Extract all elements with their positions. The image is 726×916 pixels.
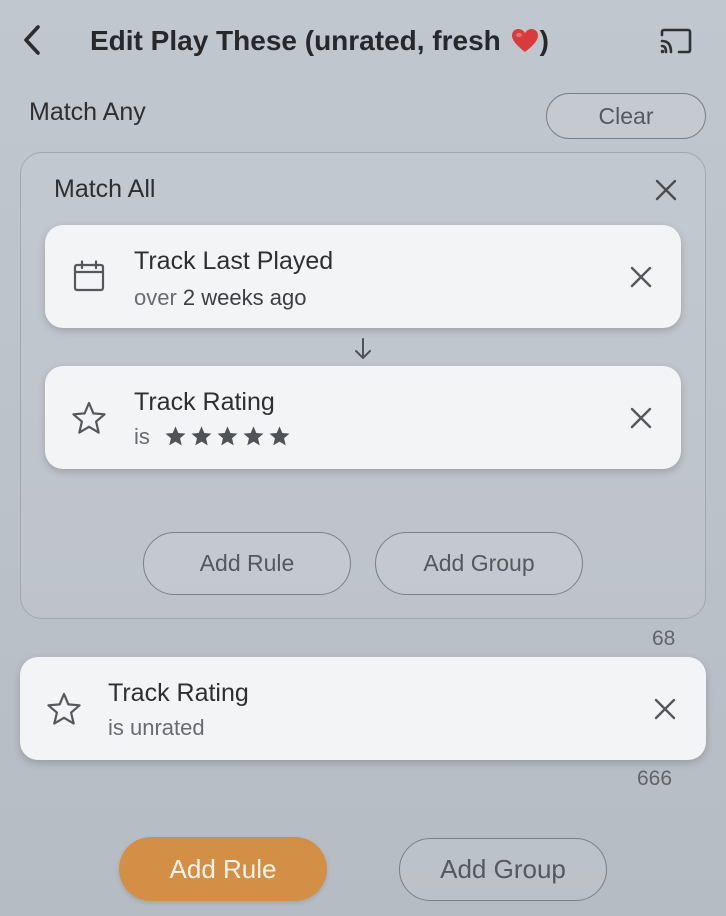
heart-icon: [511, 28, 538, 52]
close-icon: [630, 266, 652, 288]
group-match-label[interactable]: Match All: [54, 175, 155, 204]
close-icon: [630, 407, 652, 429]
star-filled-icon: [165, 426, 186, 446]
page-title-suffix: ): [539, 25, 549, 56]
group-add-rule-button[interactable]: Add Rule: [143, 532, 351, 595]
calendar-icon: [71, 259, 107, 293]
cast-icon: [660, 28, 692, 54]
star-filled-icon: [243, 426, 264, 446]
star-rating: [164, 425, 291, 447]
remove-rule-button[interactable]: [623, 400, 659, 436]
cast-button[interactable]: [656, 24, 696, 58]
group-match-count: 68: [652, 627, 676, 650]
group-add-group-button[interactable]: Add Group: [375, 532, 583, 595]
rule-operator: over: [134, 285, 177, 310]
rule-value: 2 weeks ago: [182, 285, 307, 310]
chevron-left-icon: [24, 25, 40, 55]
remove-group-button[interactable]: [649, 173, 683, 207]
root-match-label[interactable]: Match Any: [29, 98, 146, 127]
star-outline-icon: [44, 691, 84, 727]
rule-condition: is: [134, 424, 291, 450]
star-outline-icon: [69, 400, 109, 436]
clear-button[interactable]: Clear: [546, 93, 706, 139]
rule-card-last-played[interactable]: Track Last Played over 2 weeks ago: [45, 225, 681, 328]
arrow-down-icon: [351, 336, 375, 362]
remove-rule-button[interactable]: [623, 259, 659, 295]
rule-field-name: Track Last Played: [134, 247, 334, 275]
rule-field-name: Track Rating: [108, 679, 249, 707]
add-rule-button[interactable]: Add Rule: [119, 837, 327, 901]
page-title-prefix: Edit Play These (unrated, fresh: [90, 25, 509, 56]
header: Edit Play These (unrated, fresh ): [0, 0, 726, 82]
page-title: Edit Play These (unrated, fresh ): [90, 22, 549, 60]
add-group-button[interactable]: Add Group: [399, 838, 607, 901]
rule-card-rating-stars[interactable]: Track Rating is: [45, 366, 681, 469]
star-filled-icon: [217, 426, 238, 446]
rule-condition: is unrated: [108, 715, 205, 740]
close-icon: [655, 179, 677, 201]
rule-operator: is: [134, 424, 150, 449]
rule-field-name: Track Rating: [134, 388, 275, 416]
remove-rule-button[interactable]: [647, 691, 683, 727]
rule-card-rating-unrated[interactable]: Track Rating is unrated: [20, 657, 706, 760]
star-filled-icon: [191, 426, 212, 446]
back-button[interactable]: [16, 22, 48, 58]
rule-condition: over 2 weeks ago: [134, 285, 306, 311]
close-icon: [654, 698, 676, 720]
total-match-count: 666: [637, 767, 673, 790]
star-filled-icon: [269, 426, 290, 446]
